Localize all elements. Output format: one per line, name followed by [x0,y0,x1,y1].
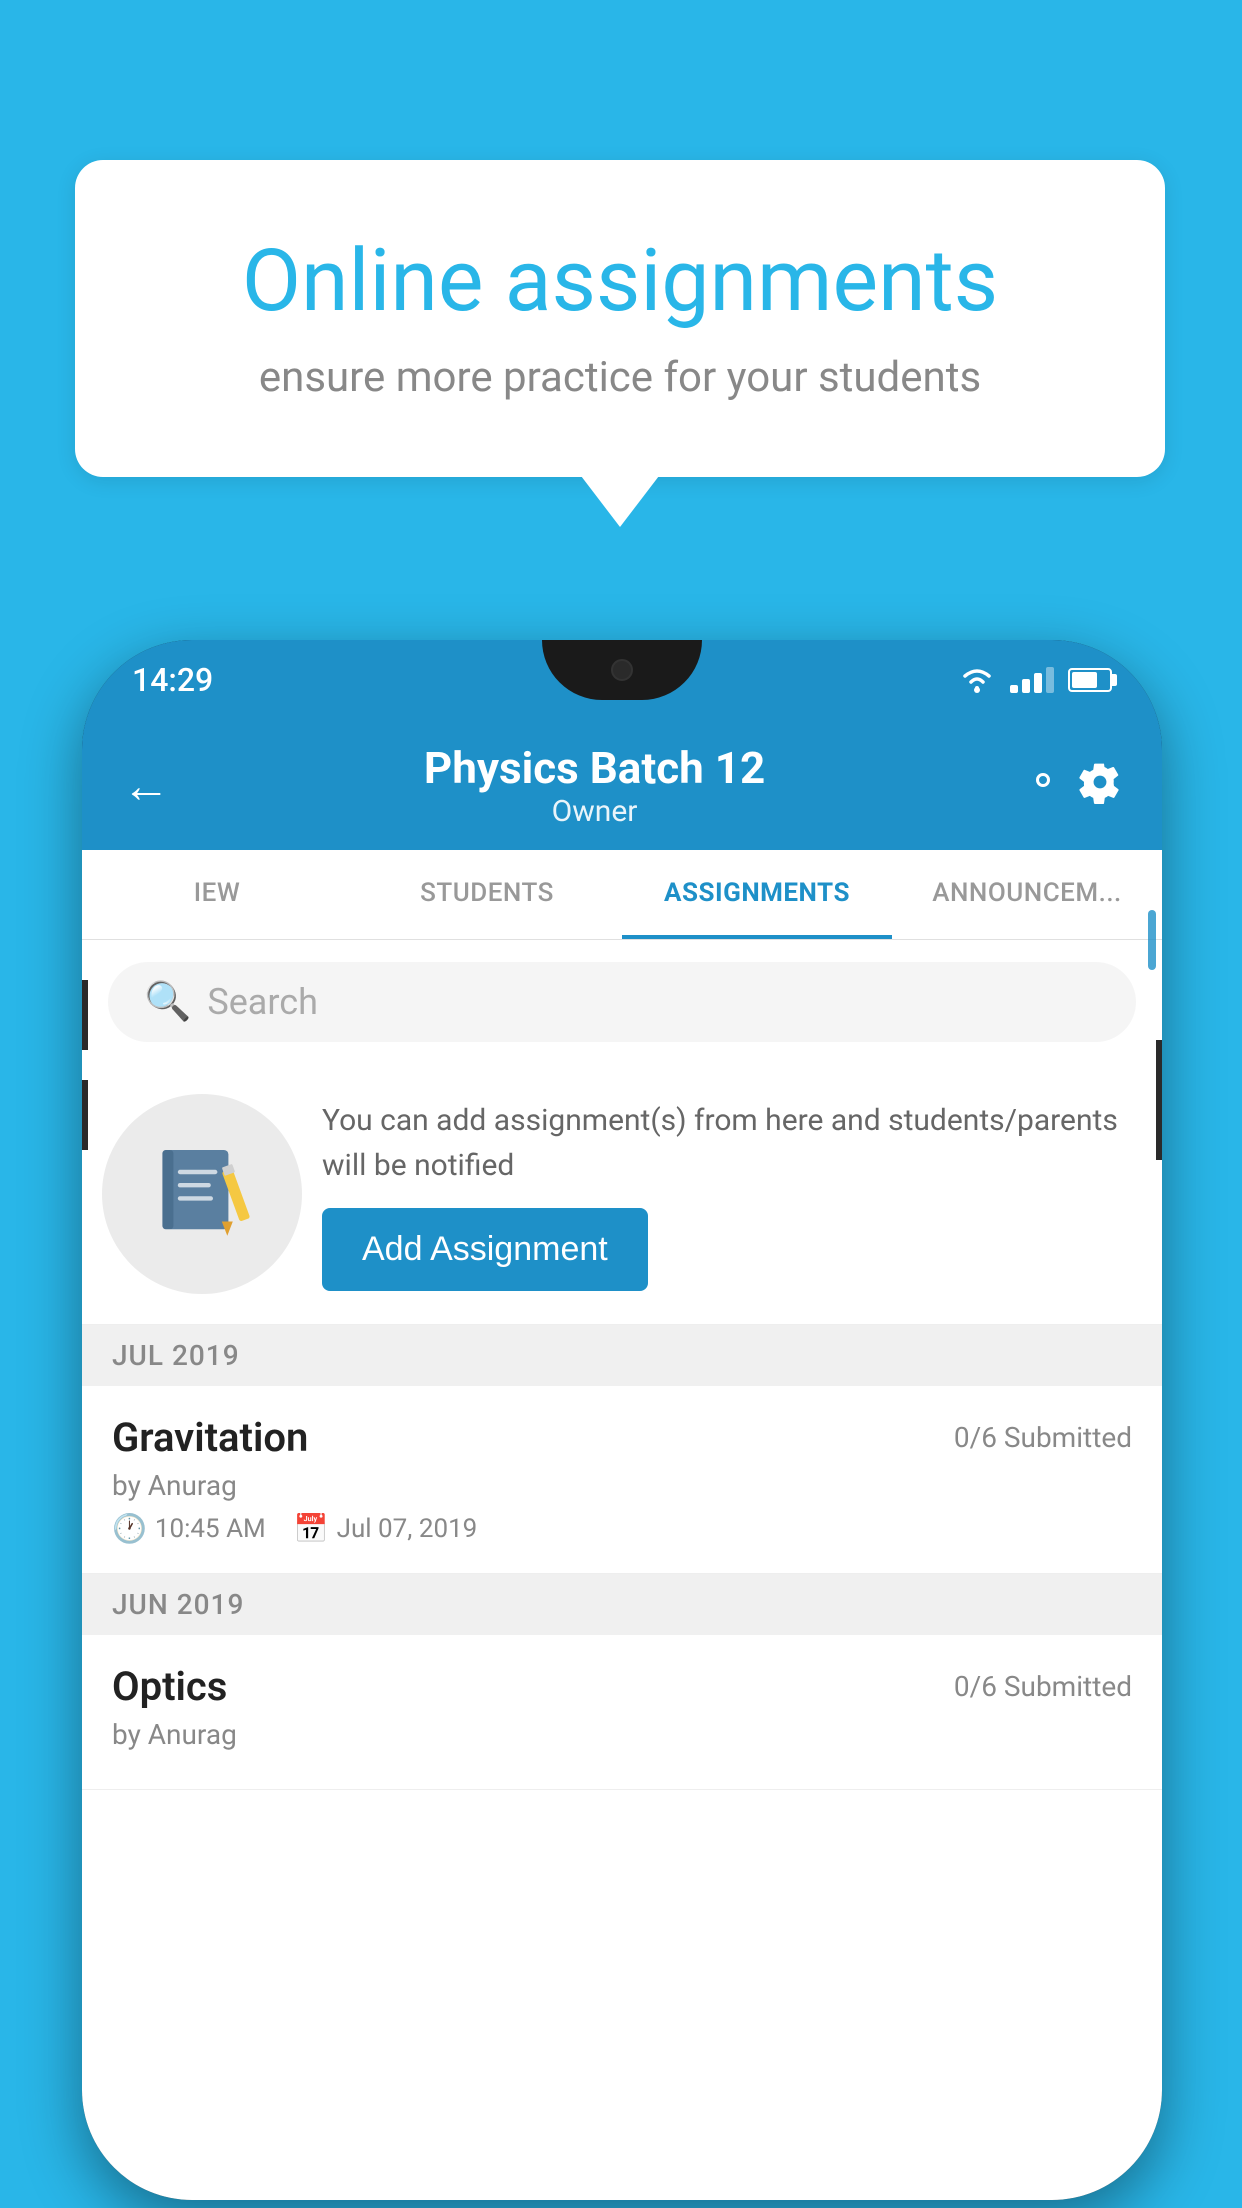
tabs-bar: IEW STUDENTS ASSIGNMENTS ANNOUNCEM... [82,850,1162,940]
speech-bubble-container: Online assignments ensure more practice … [75,160,1165,477]
phone-frame: 14:29 ← [82,640,1162,2200]
assignment-time: 10:45 AM [155,1514,266,1544]
volume-up-button [82,980,88,1050]
speech-bubble: Online assignments ensure more practice … [75,160,1165,477]
tab-iew[interactable]: IEW [82,850,352,939]
volume-down-button [82,1080,88,1150]
calendar-icon: 📅 [294,1512,329,1545]
notebook-icon [147,1139,257,1249]
phone-content: 🔍 Search [82,940,1162,2200]
assignment-submitted-optics: 0/6 Submitted [954,1670,1132,1703]
promo-text-area: You can add assignment(s) from here and … [322,1098,1132,1291]
status-icons [958,666,1112,694]
assignment-icon-circle [102,1094,302,1294]
app-header: ← Physics Batch 12 Owner [82,720,1162,850]
date-meta: 📅 Jul 07, 2019 [294,1512,478,1545]
search-icon: 🔍 [144,980,191,1024]
battery-icon [1068,668,1112,692]
search-input-placeholder[interactable]: Search [207,981,318,1023]
signal-icon [1010,667,1054,693]
assignment-item-optics[interactable]: Optics 0/6 Submitted by Anurag [82,1635,1162,1790]
assignment-item-gravitation[interactable]: Gravitation 0/6 Submitted by Anurag 🕐 10… [82,1386,1162,1574]
power-button [1156,1040,1162,1160]
assignment-submitted: 0/6 Submitted [954,1421,1132,1454]
assignment-date: Jul 07, 2019 [337,1514,478,1544]
bubble-title: Online assignments [155,230,1085,331]
assignment-row1: Gravitation 0/6 Submitted [112,1414,1132,1461]
promo-section: You can add assignment(s) from here and … [82,1064,1162,1325]
wifi-icon [958,666,996,694]
tab-announcements[interactable]: ANNOUNCEM... [892,850,1162,939]
settings-icon[interactable] [1019,756,1122,815]
front-camera [611,659,633,681]
assignment-author-optics: by Anurag [112,1718,1132,1751]
back-button[interactable]: ← [122,757,170,814]
status-time: 14:29 [132,661,213,699]
battery-fill [1072,672,1097,688]
header-subtitle: Owner [424,794,765,829]
month-header-jul: JUL 2019 [82,1325,1162,1386]
phone-notch [542,640,702,700]
add-assignment-button[interactable]: Add Assignment [322,1208,648,1291]
assignment-title-optics: Optics [112,1663,227,1710]
scroll-indicator [1148,940,1156,970]
assignment-title: Gravitation [112,1414,308,1461]
header-center: Physics Batch 12 Owner [424,742,765,829]
tab-assignments[interactable]: ASSIGNMENTS [622,850,892,939]
assignment-meta: 🕐 10:45 AM 📅 Jul 07, 2019 [112,1512,1132,1545]
search-bar-container: 🔍 Search [82,940,1162,1064]
month-header-jun: JUN 2019 [82,1574,1162,1635]
time-meta: 🕐 10:45 AM [112,1512,266,1545]
bubble-subtitle: ensure more practice for your students [155,353,1085,402]
clock-icon: 🕐 [112,1512,147,1545]
search-bar[interactable]: 🔍 Search [108,962,1136,1042]
status-bar: 14:29 [82,640,1162,720]
header-title: Physics Batch 12 [424,742,765,794]
tab-students[interactable]: STUDENTS [352,850,622,939]
promo-description: You can add assignment(s) from here and … [322,1098,1132,1188]
assignment-row1-optics: Optics 0/6 Submitted [112,1663,1132,1710]
assignment-author: by Anurag [112,1469,1132,1502]
